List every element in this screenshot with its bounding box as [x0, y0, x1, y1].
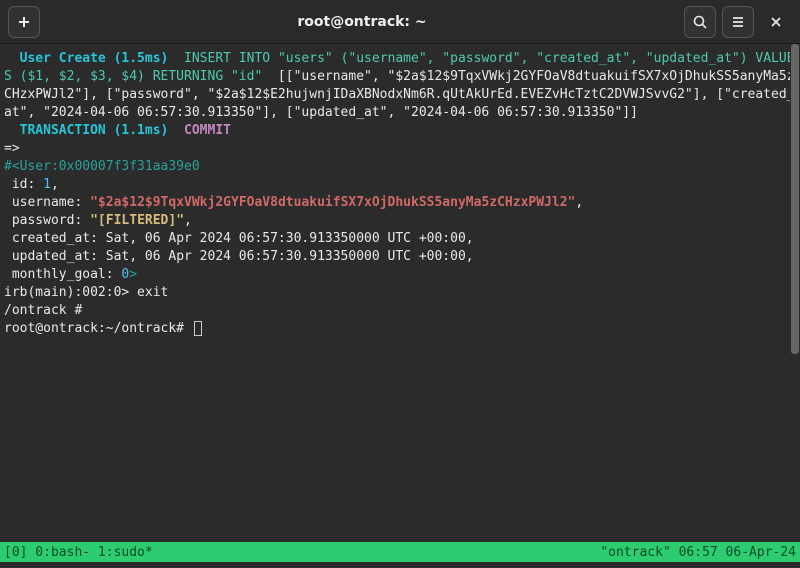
result-arrow: => [4, 141, 20, 156]
txn-label: TRANSACTION (1.1ms) [4, 123, 184, 138]
password-key: password: [4, 213, 90, 228]
username-key: username: [4, 195, 90, 210]
scrollbar[interactable] [790, 44, 800, 534]
inspect-header: #<User:0x00007f3f31aa39e0 [4, 159, 200, 174]
username-value: "$2a$12$9TqxVWkj2GYFOaV8dtuakuifSX7xOjDh… [90, 195, 575, 210]
close-icon [769, 15, 783, 29]
new-tab-button[interactable] [8, 6, 40, 38]
window-title: root@ontrack: ~ [40, 14, 684, 30]
monthly-goal-key: monthly_goal: [4, 267, 121, 282]
id-key: id: [4, 177, 43, 192]
irb-exit-line: irb(main):002:0> exit [4, 285, 168, 300]
search-button[interactable] [684, 6, 716, 38]
status-left: [0] 0:bash- 1:sudo* [4, 545, 153, 560]
plus-icon [16, 14, 32, 30]
updated-at-line: updated_at: Sat, 06 Apr 2024 06:57:30.91… [4, 249, 474, 264]
status-right: "ontrack" 06:57 06-Apr-24 [600, 545, 796, 560]
hamburger-icon [730, 14, 746, 30]
titlebar: root@ontrack: ~ [0, 0, 800, 44]
close-button[interactable] [760, 6, 792, 38]
tmux-statusbar: [0] 0:bash- 1:sudo* "ontrack" 06:57 06-A… [0, 542, 800, 562]
search-icon [692, 14, 708, 30]
password-value: "[FILTERED]" [90, 213, 184, 228]
txn-commit: COMMIT [184, 123, 231, 138]
terminal-output[interactable]: User Create (1.5ms) INSERT INTO "users" … [0, 44, 800, 534]
sql-label: User Create (1.5ms) [4, 51, 184, 66]
menu-button[interactable] [722, 6, 754, 38]
scrollbar-thumb[interactable] [791, 44, 799, 354]
inspect-tail: > [129, 267, 137, 282]
id-value: 1 [43, 177, 51, 192]
container-prompt: /ontrack # [4, 303, 82, 318]
cursor [194, 321, 202, 336]
created-at-line: created_at: Sat, 06 Apr 2024 06:57:30.91… [4, 231, 474, 246]
shell-prompt: root@ontrack:~/ontrack# [4, 321, 192, 336]
